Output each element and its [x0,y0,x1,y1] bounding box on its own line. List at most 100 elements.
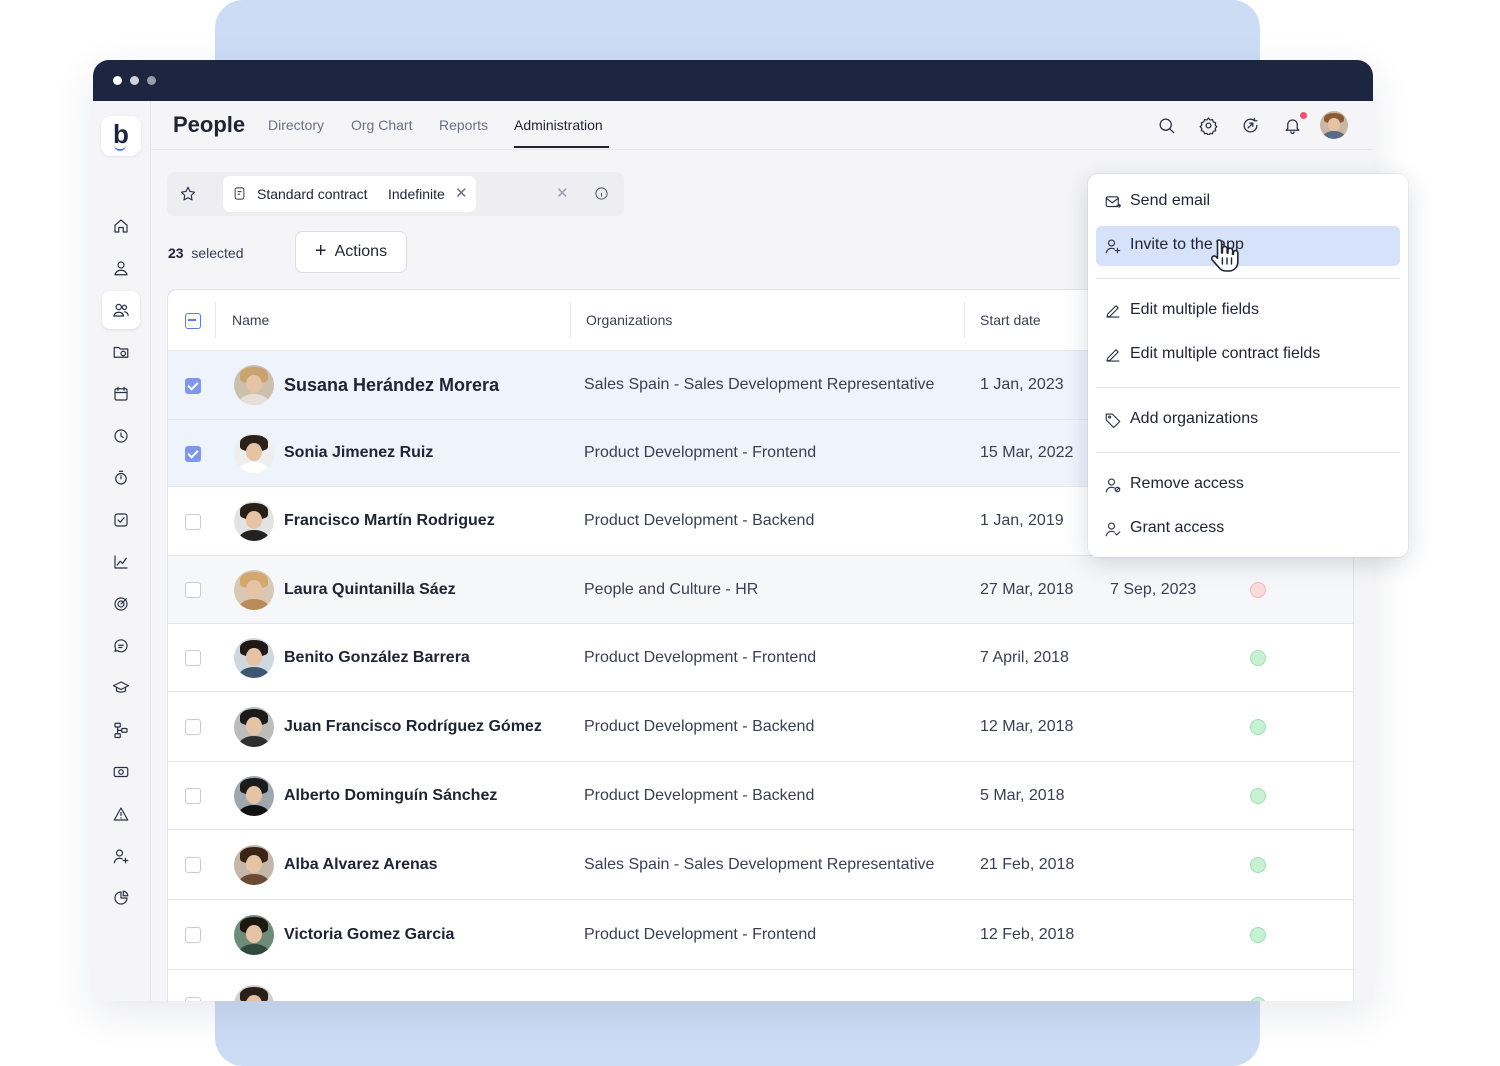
row-checkbox[interactable] [185,927,201,943]
actions-button[interactable]: + Actions [295,231,407,273]
chart-line-icon [114,555,128,569]
search-button[interactable] [1156,115,1176,135]
row-checkbox[interactable] [185,719,201,735]
status-badge [1250,788,1266,804]
sidebar-item-reports[interactable] [102,879,140,917]
sidebar-item-engagement[interactable] [102,627,140,665]
remove-filter-icon[interactable]: ✕ [455,184,468,202]
person-name[interactable]: Francisco Martín Rodriguez [284,512,495,530]
window-dot-maximize[interactable] [147,76,156,85]
settings-button[interactable] [1198,115,1218,135]
table-row[interactable]: Victoria Gomez Garcia Product Developmen… [168,900,1353,970]
sidebar-item-analytics[interactable] [102,543,140,581]
sidebar-item-calendar[interactable] [102,375,140,413]
menu-item-edit-multiple-contract-fields[interactable]: Edit multiple contract fields [1096,335,1400,375]
menu-item-edit-multiple-fields[interactable]: Edit multiple fields [1096,291,1400,331]
column-header-start-date[interactable]: Start date [980,312,1041,328]
selection-count-number: 23 [168,245,184,261]
person-organization: Product Development - Frontend [584,926,817,943]
user-invite-icon [1104,237,1122,255]
person-name[interactable]: Juan Francisco Rodríguez Gómez [284,718,542,736]
table-row[interactable]: Alberto Dominguín Sánchez Product Develo… [168,762,1353,830]
sidebar-item-recruitment[interactable] [102,837,140,875]
menu-divider [1096,452,1400,453]
person-organization: Sales Spain - Sales Development Represen… [584,856,935,873]
sidebar-item-goals[interactable] [102,585,140,623]
row-checkbox[interactable] [185,378,201,394]
tab-directory[interactable]: Directory [268,117,324,133]
row-checkbox[interactable] [185,582,201,598]
select-all-checkbox[interactable] [185,313,201,329]
row-checkbox[interactable] [185,446,201,462]
tab-administration[interactable]: Administration [514,117,603,133]
sidebar-item-alerts[interactable] [102,795,140,833]
tab-reports[interactable]: Reports [439,117,488,133]
menu-item-grant-access[interactable]: Grant access [1096,509,1400,549]
menu-item-label: Edit multiple contract fields [1130,345,1321,362]
sidebar-item-workflows[interactable] [102,711,140,749]
row-checkbox[interactable] [185,857,201,873]
app-logo[interactable]: b [101,116,141,156]
table-row[interactable]: Benito González Barrera Product Developm… [168,624,1353,692]
menu-item-add-organizations[interactable]: Add organizations [1096,400,1400,440]
notifications-button[interactable] [1282,115,1302,135]
person-name[interactable]: Alba Alvarez Arenas [284,856,438,874]
table-row[interactable]: Juan Francisco Rodríguez Gómez Product D… [168,692,1353,762]
person-name[interactable]: Alberto Dominguín Sánchez [284,787,497,805]
sidebar-item-tasks[interactable] [102,501,140,539]
gear-icon [1199,116,1217,135]
users-icon [113,303,129,317]
menu-item-label: Add organizations [1130,410,1259,427]
sidebar-item-profile[interactable] [102,249,140,287]
row-checkbox[interactable] [185,788,201,804]
table-row[interactable]: Laura Quintanilla Sáez People and Cultur… [168,556,1353,624]
document-icon [232,186,247,206]
person-name[interactable]: Victoria Gomez Garcia [284,926,454,944]
clear-filters-icon[interactable]: ✕ [556,184,569,202]
selection-count-label: selected [191,245,244,261]
sidebar-item-people[interactable] [102,291,140,329]
row-checkbox[interactable] [185,650,201,666]
warning-icon [113,807,129,821]
search-icon [1159,118,1174,133]
person-name[interactable]: Laura Quintanilla Sáez [284,581,456,599]
row-checkbox[interactable] [185,514,201,530]
sidebar-item-home[interactable] [102,207,140,245]
person-name[interactable]: Benito González Barrera [284,649,470,667]
sidebar-item-timer[interactable] [102,459,140,497]
pencil-icon [1104,302,1122,320]
menu-divider [1096,387,1400,388]
filter-chip[interactable]: Standard contract Indefinite ✕ [223,176,476,212]
filter-bar: Standard contract Indefinite ✕ ✕ [167,172,624,216]
sidebar-item-payroll[interactable] [102,753,140,791]
tab-org-chart[interactable]: Org Chart [351,117,412,133]
sidebar-item-training[interactable] [102,669,140,707]
user-remove-icon [1104,476,1122,494]
user-avatar[interactable] [1320,111,1348,139]
menu-item-remove-access[interactable]: Remove access [1096,465,1400,505]
row-checkbox[interactable] [185,997,201,1001]
notification-badge [1300,112,1307,119]
window-dot-close[interactable] [113,76,122,85]
table-row[interactable]: Alba Alvarez Arenas Sales Spain - Sales … [168,830,1353,900]
home-icon [114,219,128,233]
table-row-partial[interactable] [168,970,1353,1001]
menu-item-label: Send email [1130,192,1211,209]
info-icon[interactable] [594,186,609,201]
status-badge [1250,857,1266,873]
person-start-date: 12 Feb, 2018 [980,926,1075,943]
column-header-organizations[interactable]: Organizations [586,312,672,328]
person-name[interactable]: Sonia Jimenez Ruiz [284,444,433,462]
sidebar-item-documents[interactable] [102,333,140,371]
window-dot-minimize[interactable] [130,76,139,85]
person-start-date: 27 Mar, 2018 [980,581,1074,598]
column-header-name[interactable]: Name [232,312,269,328]
menu-item-send-email[interactable]: Send email [1096,182,1400,222]
sidebar-item-time[interactable] [102,417,140,455]
favorite-filter-button[interactable] [175,181,201,207]
money-icon [113,766,129,778]
updates-button[interactable] [1240,115,1260,135]
person-name[interactable]: Susana Herández Morera [284,375,499,396]
menu-item-invite-to-app[interactable]: Invite to the app [1096,226,1400,266]
chat-icon [114,639,128,653]
